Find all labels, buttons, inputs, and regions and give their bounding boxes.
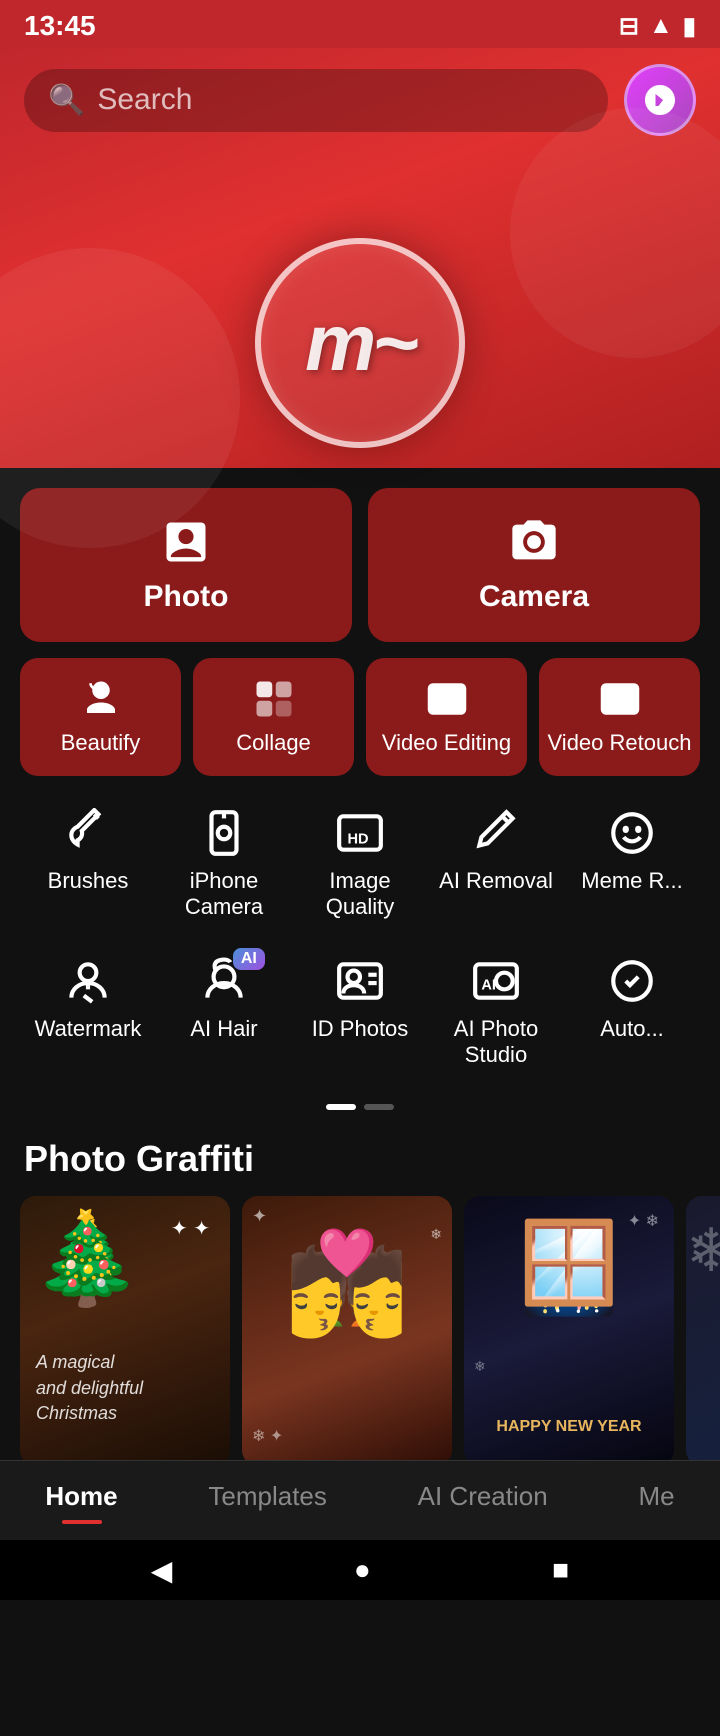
battery-icon: ▮ bbox=[683, 12, 696, 41]
beautify-icon bbox=[80, 678, 122, 720]
icon-rows: Brushes iPhone Camera HD Image Quality bbox=[0, 776, 720, 1096]
photo-graffiti-title: Photo Graffiti bbox=[0, 1130, 720, 1196]
icon-row-1: Brushes iPhone Camera HD Image Quality bbox=[20, 800, 700, 928]
brushes-icon bbox=[63, 808, 113, 858]
video-editing-label: Video Editing bbox=[382, 730, 511, 756]
nav-ai-creation[interactable]: AI Creation bbox=[398, 1477, 568, 1528]
beautify-label: Beautify bbox=[61, 730, 141, 756]
video-editing-button[interactable]: Video Editing bbox=[366, 658, 527, 776]
photo-icon: ✦ bbox=[160, 516, 212, 568]
image-quality-item[interactable]: HD Image Quality bbox=[292, 800, 428, 928]
nav-templates[interactable]: Templates bbox=[188, 1477, 347, 1528]
collage-label: Collage bbox=[236, 730, 311, 756]
icon-row-2: Watermark AI AI Hair ID bbox=[20, 948, 700, 1076]
meme-icon bbox=[607, 808, 657, 858]
avatar-icon bbox=[642, 82, 678, 118]
svg-text:✦: ✦ bbox=[169, 521, 180, 536]
nav-templates-label: Templates bbox=[208, 1481, 327, 1512]
watermark-label: Watermark bbox=[35, 1016, 142, 1042]
video-retouch-button[interactable]: Video Retouch bbox=[539, 658, 700, 776]
hero-section: 🔍 Search m~ bbox=[0, 48, 720, 468]
photo-card-1[interactable]: 🎄 A magicaland delightfulChristmas ✦ ✦ bbox=[20, 1196, 230, 1466]
beautify-button[interactable]: Beautify bbox=[20, 658, 181, 776]
search-icon: 🔍 bbox=[48, 83, 85, 118]
id-photos-label: ID Photos bbox=[312, 1016, 409, 1042]
meme-item[interactable]: Meme R... bbox=[564, 800, 700, 928]
ai-badge: AI bbox=[233, 948, 265, 970]
ai-removal-label: AI Removal bbox=[439, 868, 553, 894]
photo-card-3[interactable]: 🪟 HAPPY NEW YEAR ✦ ❄ ❄ bbox=[464, 1196, 674, 1466]
ai-photo-studio-icon: AI bbox=[471, 956, 521, 1006]
ai-photo-studio-label: AI Photo Studio bbox=[432, 1016, 560, 1068]
nav-ai-creation-label: AI Creation bbox=[418, 1481, 548, 1512]
small-buttons-row: Beautify Collage Video Editing bbox=[0, 642, 720, 776]
photo-card-overflow: ❄ bbox=[686, 1196, 720, 1466]
photo1-text: A magicaland delightfulChristmas bbox=[36, 1352, 143, 1422]
meme-label: Meme R... bbox=[581, 868, 682, 894]
cast-icon: ⊟ bbox=[619, 12, 639, 41]
nav-me-label: Me bbox=[638, 1481, 674, 1512]
video-retouch-label: Video Retouch bbox=[548, 730, 692, 756]
video-retouch-icon bbox=[599, 678, 641, 720]
page-dots bbox=[0, 1096, 720, 1130]
avatar-button[interactable] bbox=[624, 64, 696, 136]
big-buttons-row: ✦ Photo Camera bbox=[0, 468, 720, 642]
auto-label: Auto... bbox=[600, 1016, 664, 1042]
video-editing-icon bbox=[426, 678, 468, 720]
search-bar: 🔍 Search bbox=[24, 64, 696, 136]
search-input-wrap[interactable]: 🔍 Search bbox=[24, 69, 608, 132]
logo-letter: m~ bbox=[305, 297, 415, 389]
watermark-item[interactable]: Watermark bbox=[20, 948, 156, 1076]
system-nav: ◀ ● ■ bbox=[0, 1540, 720, 1600]
iphone-camera-label: iPhone Camera bbox=[160, 868, 288, 920]
iphone-camera-icon bbox=[199, 808, 249, 858]
ai-hair-label: AI Hair bbox=[190, 1016, 257, 1042]
collage-icon bbox=[253, 678, 295, 720]
camera-icon bbox=[508, 516, 560, 568]
photo-label: Photo bbox=[144, 580, 229, 614]
ai-removal-icon bbox=[471, 808, 521, 858]
auto-icon bbox=[607, 956, 657, 1006]
ai-hair-item[interactable]: AI AI Hair bbox=[156, 948, 292, 1076]
camera-button[interactable]: Camera bbox=[368, 488, 700, 642]
bottom-nav: Home Templates AI Creation Me bbox=[0, 1460, 720, 1540]
image-quality-label: Image Quality bbox=[296, 868, 424, 920]
back-button[interactable]: ◀ bbox=[151, 1554, 173, 1587]
photo-graffiti-grid: 🎄 A magicaland delightfulChristmas ✦ ✦ 💏… bbox=[0, 1196, 720, 1466]
id-photos-item[interactable]: ID Photos bbox=[292, 948, 428, 1076]
watermark-icon bbox=[63, 956, 113, 1006]
svg-text:HD: HD bbox=[348, 831, 369, 847]
ai-photo-studio-item[interactable]: AI AI Photo Studio bbox=[428, 948, 564, 1076]
image-quality-icon: HD bbox=[335, 808, 385, 858]
nav-home[interactable]: Home bbox=[25, 1477, 137, 1528]
ai-removal-item[interactable]: AI Removal bbox=[428, 800, 564, 928]
brushes-item[interactable]: Brushes bbox=[20, 800, 156, 928]
camera-label: Camera bbox=[479, 580, 589, 614]
dot-2 bbox=[364, 1104, 394, 1110]
status-bar: 13:45 ⊟ ▲ ▮ bbox=[0, 0, 720, 48]
dot-1 bbox=[326, 1104, 356, 1110]
collage-button[interactable]: Collage bbox=[193, 658, 354, 776]
auto-item[interactable]: Auto... bbox=[564, 948, 700, 1076]
nav-home-indicator bbox=[62, 1520, 102, 1524]
recent-button[interactable]: ■ bbox=[552, 1554, 569, 1586]
photo3-label: HAPPY NEW YEAR bbox=[496, 1418, 641, 1435]
nav-home-label: Home bbox=[45, 1481, 117, 1512]
nav-me[interactable]: Me bbox=[618, 1477, 694, 1528]
photo-button[interactable]: ✦ Photo bbox=[20, 488, 352, 642]
photo-card-2[interactable]: 💏 ✦ ❄ ❄ ✦ bbox=[242, 1196, 452, 1466]
brushes-label: Brushes bbox=[48, 868, 129, 894]
home-button[interactable]: ● bbox=[354, 1554, 371, 1586]
search-placeholder: Search bbox=[97, 83, 192, 117]
time: 13:45 bbox=[24, 10, 96, 42]
status-icons: ⊟ ▲ ▮ bbox=[619, 12, 696, 41]
iphone-camera-item[interactable]: iPhone Camera bbox=[156, 800, 292, 928]
svg-text:AI: AI bbox=[481, 977, 496, 993]
app-logo: m~ bbox=[255, 238, 465, 448]
wifi-icon: ▲ bbox=[649, 12, 673, 40]
id-photos-icon bbox=[335, 956, 385, 1006]
